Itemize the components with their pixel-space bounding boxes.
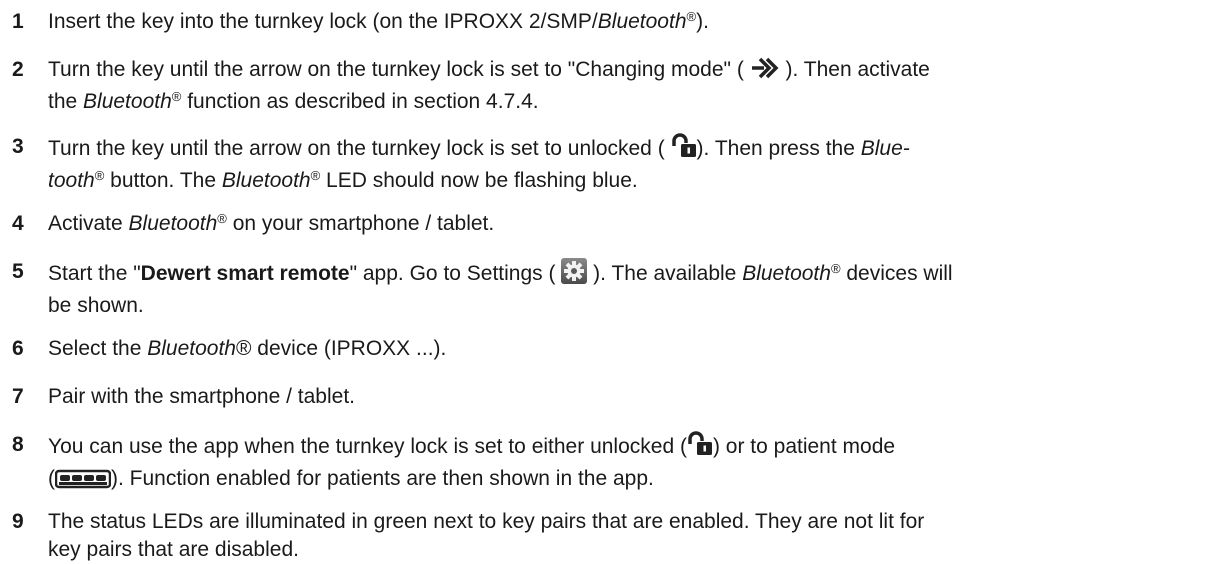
step-6: 6 Select the Bluetooth® device (IPROXX .… [0,335,1200,363]
step-number: 2 [12,58,24,81]
step-number: 3 [12,135,24,158]
step-text: Activate Bluetooth® on your smartphone /… [48,211,495,235]
step-number: 5 [12,260,24,283]
step-number: 4 [12,212,24,235]
step-text: Insert the key into the turnkey lock (on… [48,9,709,33]
step-text: Select the Bluetooth® device (IPROXX ...… [48,337,447,360]
step-number: 1 [12,10,24,33]
step-text: Start the "Dewert smart remote" app. Go … [48,258,1200,320]
step-number: 7 [12,385,24,408]
unlocked-padlock-icon [671,133,697,167]
step-text: You can use the app when the turnkey loc… [48,431,1200,497]
step-number: 6 [12,337,24,360]
step-3: 3 Turn the key until the arrow on the tu… [0,133,1200,195]
step-text: Pair with the smartphone / tablet. [48,385,355,408]
step-text: Turn the key until the arrow on the turn… [48,133,1200,195]
step-2: 2 Turn the key until the arrow on the tu… [0,56,1200,116]
step-5: 5 Start the "Dewert smart remote" app. G… [0,258,1200,320]
instruction-steps: 1 Insert the key into the turnkey lock (… [0,0,1216,561]
patient-mode-keypad-icon [54,469,112,497]
settings-gear-icon [561,258,588,292]
unlocked-padlock-icon [687,431,713,465]
step-1: 1 Insert the key into the turnkey lock (… [0,8,1200,36]
step-8: 8 You can use the app when the turnkey l… [0,431,1200,497]
step-text: The status LEDs are illuminated in green… [48,510,925,561]
changing-mode-arrow-icon [750,56,780,88]
step-7: 7 Pair with the smartphone / tablet. [0,383,1200,411]
step-text: Turn the key until the arrow on the turn… [48,56,930,113]
step-9: 9 The status LEDs are illuminated in gre… [0,508,1200,564]
step-number: 9 [12,510,24,533]
step-number: 8 [12,433,24,456]
step-4: 4 Activate Bluetooth® on your smartphone… [0,210,1200,238]
